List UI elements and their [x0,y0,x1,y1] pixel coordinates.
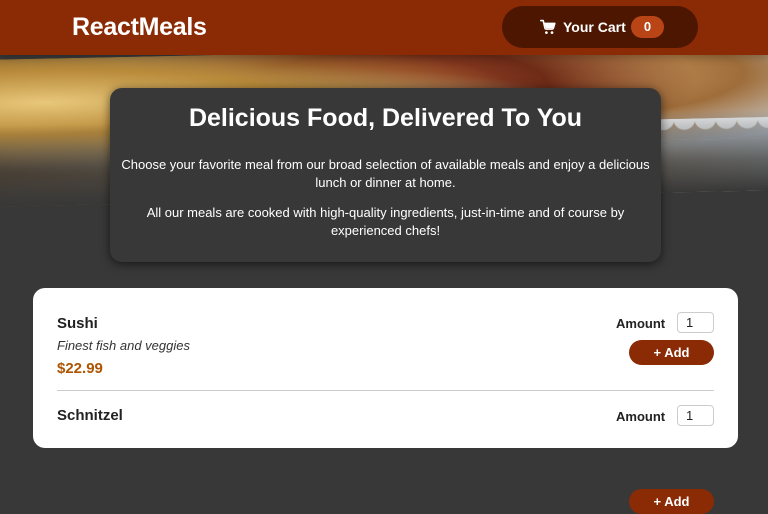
meal-description: Finest fish and veggies [57,338,190,353]
cart-label: Your Cart [563,19,626,35]
meal-price: $22.99 [57,360,103,377]
meal-name: Schnitzel [57,407,123,424]
meal-item: Sushi Finest fish and veggies $22.99 Amo… [57,288,714,391]
summary-paragraph-1: Choose your favorite meal from our broad… [121,157,650,190]
cart-count-badge: 0 [631,16,664,38]
meals-summary-card: Delicious Food, Delivered To You Choose … [110,88,661,262]
amount-input[interactable] [677,405,714,426]
summary-paragraph-2: All our meals are cooked with high-quali… [146,205,625,238]
cart-icon [540,19,556,34]
brand-logo-text: ReactMeals [72,13,207,41]
add-to-cart-button[interactable]: + Add [629,489,714,514]
amount-label: Amount [616,409,666,424]
meal-item: Schnitzel Amount + Add [57,391,714,514]
summary-title: Delicious Food, Delivered To You [188,104,583,132]
add-to-cart-button[interactable]: + Add [629,340,714,365]
meals-list-card: Sushi Finest fish and veggies $22.99 Amo… [33,288,738,514]
cart-button[interactable]: Your Cart 0 [502,6,698,48]
amount-label: Amount [616,316,666,331]
meal-name: Sushi [57,315,98,332]
top-header: ReactMeals Your Cart 0 [0,0,768,55]
amount-input[interactable] [677,312,714,333]
